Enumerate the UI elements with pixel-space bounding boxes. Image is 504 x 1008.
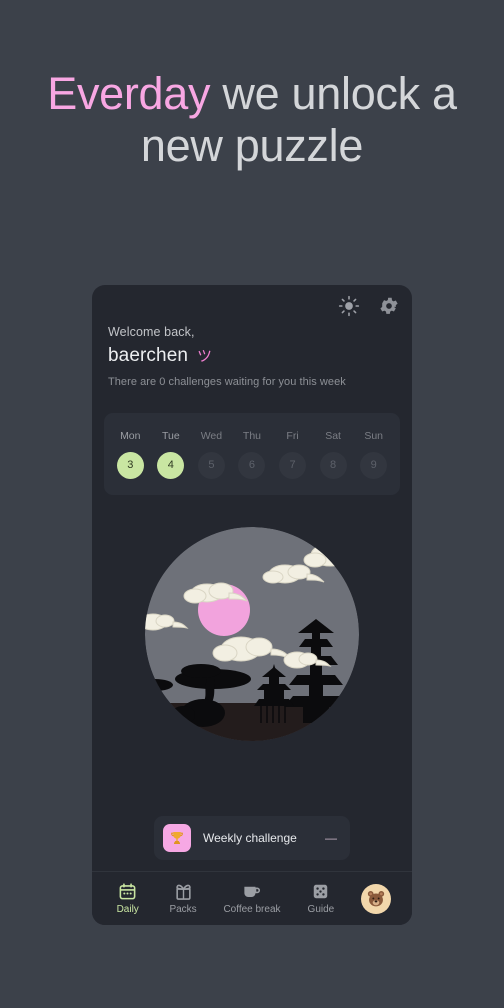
page-title: Everday we unlock a new puzzle bbox=[0, 68, 504, 172]
username-label: baerchen bbox=[108, 345, 189, 366]
week-strip: Mon 3 Tue 4 Wed 5 Thu 6 Fri 7 Sat 8 Sun … bbox=[104, 413, 400, 495]
week-day-name: Fri bbox=[286, 429, 299, 442]
nav-label-packs: Packs bbox=[169, 904, 197, 915]
nav-item-coffee-break[interactable]: Coffee break bbox=[223, 882, 281, 915]
week-day-name: Sun bbox=[364, 429, 383, 442]
night-pagoda-moon-illustration bbox=[145, 527, 359, 741]
week-day-number: 7 bbox=[279, 451, 307, 479]
week-day-number: 5 bbox=[197, 451, 225, 479]
greeting-hello: Welcome back, bbox=[108, 325, 195, 339]
card-top-icons bbox=[338, 295, 400, 317]
weekly-challenge-value: — bbox=[325, 831, 337, 845]
challenges-subtitle: There are 0 challenges waiting for you t… bbox=[108, 376, 346, 388]
week-day-number: 4 bbox=[157, 451, 185, 479]
trophy-icon bbox=[163, 824, 191, 852]
week-day-fri[interactable]: Fri 7 bbox=[274, 430, 312, 479]
nav-item-packs[interactable]: Packs bbox=[168, 882, 198, 915]
week-day-name: Tue bbox=[161, 429, 180, 442]
week-day-sat[interactable]: Sat 8 bbox=[314, 430, 352, 479]
weekly-challenge-row[interactable]: Weekly challenge — bbox=[154, 816, 350, 860]
headline-accent-word: Everday bbox=[47, 68, 211, 119]
week-day-wed[interactable]: Wed 5 bbox=[192, 430, 230, 479]
screen-root: Everday we unlock a new puzzle Welcome b… bbox=[0, 0, 504, 1008]
week-day-name: Wed bbox=[200, 429, 223, 442]
week-day-number: 8 bbox=[319, 451, 347, 479]
greeting-block: Welcome back, baerchen ツ There are 0 cha… bbox=[108, 325, 396, 388]
nav-label-guide: Guide bbox=[307, 904, 335, 915]
nav-item-daily[interactable]: Daily bbox=[113, 882, 143, 915]
bottom-navigation: Daily Packs Coffee break Guide bbox=[92, 871, 412, 925]
week-day-thu[interactable]: Thu 6 bbox=[233, 430, 271, 479]
week-day-sun[interactable]: Sun 9 bbox=[355, 430, 393, 479]
week-day-tue[interactable]: Tue 4 bbox=[152, 430, 190, 479]
dice-icon bbox=[311, 882, 330, 901]
week-day-mon[interactable]: Mon 3 bbox=[111, 430, 149, 479]
week-day-number: 3 bbox=[116, 451, 144, 479]
bear-avatar[interactable] bbox=[361, 883, 392, 914]
weekly-challenge-label: Weekly challenge bbox=[203, 831, 297, 845]
week-day-number: 6 bbox=[238, 451, 266, 479]
settings-gear-icon[interactable] bbox=[378, 295, 400, 317]
greeting-name-row: baerchen ツ bbox=[108, 345, 396, 367]
week-day-number: 9 bbox=[360, 451, 388, 479]
smiley-icon: ツ bbox=[197, 348, 213, 365]
brightness-icon[interactable] bbox=[338, 295, 360, 317]
nav-label-daily: Daily bbox=[116, 904, 139, 915]
app-preview-card: Welcome back, baerchen ツ There are 0 cha… bbox=[92, 285, 412, 925]
coffee-cup-icon bbox=[242, 882, 261, 901]
week-day-name: Sat bbox=[325, 429, 341, 442]
nav-item-guide[interactable]: Guide bbox=[306, 882, 336, 915]
calendar-icon bbox=[118, 882, 137, 901]
week-day-name: Thu bbox=[242, 429, 262, 442]
gift-box-icon bbox=[174, 882, 193, 901]
week-day-name: Mon bbox=[120, 429, 141, 442]
nav-label-coffee-break: Coffee break bbox=[223, 904, 281, 915]
